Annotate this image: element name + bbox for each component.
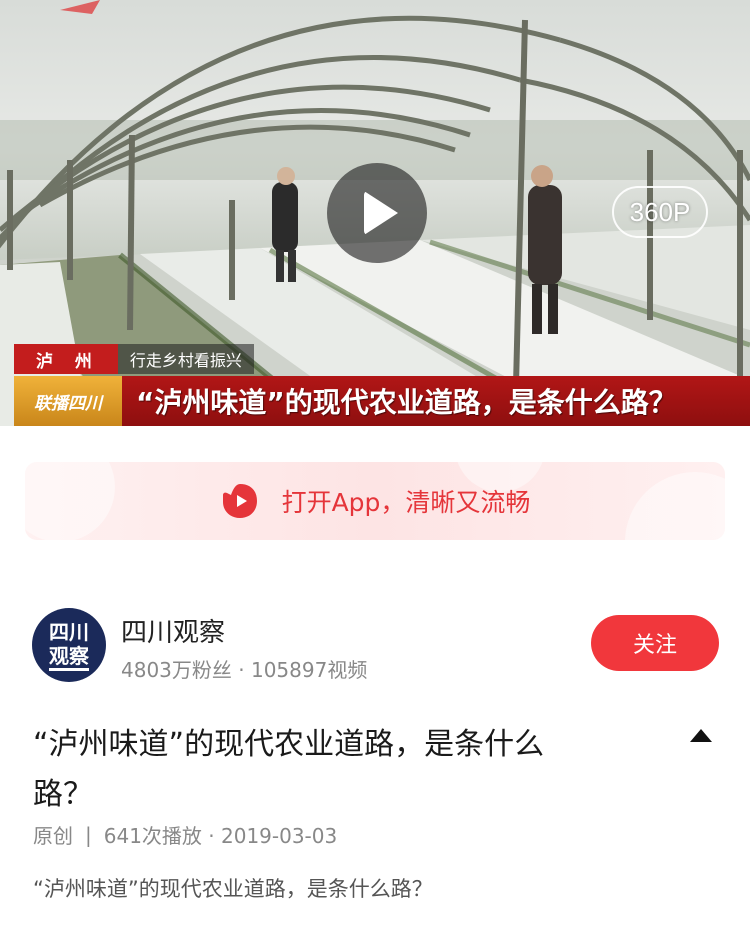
channel-avatar[interactable]: 四川 观察	[32, 608, 106, 682]
meta-divider: |	[85, 822, 92, 847]
open-app-label: 打开App，清晰又流畅	[281, 488, 531, 517]
channel-stats: 4803万粉丝 · 105897视频	[121, 658, 368, 682]
lower-third-subtitle: 行走乡村看振兴	[117, 344, 254, 374]
video-description: “泸州味道”的现代农业道路，是条什么路？	[33, 877, 433, 901]
follow-button[interactable]: 关注	[591, 615, 719, 671]
lower-third-bottom: 联播四川 “泸州味道”的现代农业道路，是条什么路？	[14, 376, 750, 426]
video-meta: 原创 | 641次播放 · 2019-03-03	[33, 820, 337, 849]
lower-third-top: 泸 州 行走乡村看振兴	[14, 344, 254, 374]
quality-selector[interactable]: 360P	[612, 186, 708, 238]
lower-third-brand: 联播四川	[14, 376, 122, 426]
play-icon	[364, 191, 398, 235]
video-player[interactable]: 360P 泸 州 行走乡村看振兴 联播四川 “泸州味道”的现代农业道路，是条什么…	[0, 0, 750, 426]
original-label: 原创	[33, 824, 73, 848]
open-app-banner[interactable]: 打开App，清晰又流畅	[25, 462, 725, 540]
avatar-line2: 观察	[49, 644, 89, 671]
banner-decoration	[625, 472, 725, 540]
collapse-arrow-icon[interactable]	[690, 729, 712, 742]
play-button[interactable]	[327, 163, 427, 263]
lower-third-location: 泸 州	[14, 344, 118, 374]
video-title: “泸州味道”的现代农业道路，是条什么路？	[33, 727, 545, 812]
avatar-line1: 四川	[49, 619, 89, 644]
views-date: 641次播放 · 2019-03-03	[103, 824, 338, 848]
lower-third-title: “泸州味道”的现代农业道路，是条什么路？	[136, 386, 677, 419]
app-logo-icon	[222, 484, 257, 518]
banner-decoration	[25, 462, 115, 540]
channel-name[interactable]: 四川观察	[121, 612, 225, 649]
